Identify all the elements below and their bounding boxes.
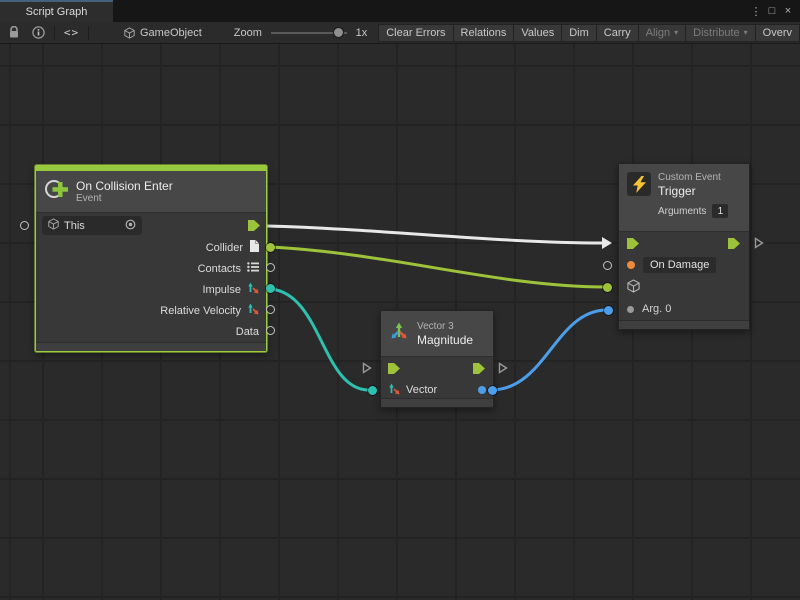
gameobject-label: GameObject: [140, 27, 202, 39]
target-picker-icon[interactable]: [125, 219, 136, 233]
port-row-impulse[interactable]: Impulse: [36, 279, 266, 300]
align-dropdown[interactable]: Align ▾: [638, 24, 686, 42]
window-controls: ⋮ □ ×: [748, 0, 800, 22]
info-icon[interactable]: [32, 26, 45, 39]
flow-hint-triangle: [362, 362, 372, 374]
target-object-field[interactable]: This: [42, 216, 142, 235]
flow-hint-triangle: [498, 362, 508, 374]
zoom-slider[interactable]: [271, 32, 347, 34]
node-title: On Collision Enter: [76, 179, 173, 193]
clear-errors-button[interactable]: Clear Errors: [378, 24, 453, 42]
chevron-down-icon: ▾: [674, 28, 678, 37]
window-menu-icon[interactable]: ⋮: [748, 2, 764, 20]
unity-script-graph-window: Script Graph ⋮ □ × <> GameObject Zoom 1x: [0, 0, 800, 600]
lightning-icon: [627, 172, 651, 196]
document-icon: [249, 240, 259, 255]
string-port[interactable]: [627, 261, 635, 269]
collision-target-input-port[interactable]: [20, 221, 29, 230]
node-trigger-custom-event[interactable]: Custom Event Trigger Arguments 1 On Dama…: [618, 163, 750, 330]
node-subtitle: Event: [76, 193, 173, 205]
event-target-input-port[interactable]: [603, 283, 612, 292]
contacts-output-port[interactable]: [266, 263, 275, 272]
relations-button[interactable]: Relations: [453, 24, 515, 42]
cube-icon: [124, 27, 135, 39]
close-icon[interactable]: ×: [780, 2, 796, 20]
node-header[interactable]: Custom Event Trigger Arguments 1: [619, 164, 749, 232]
node-type-label: Custom Event: [658, 172, 721, 184]
magnitude-output-port[interactable]: [488, 386, 497, 395]
dim-button[interactable]: Dim: [561, 24, 597, 42]
node-footer: [36, 342, 266, 351]
vector3-icon: [388, 383, 400, 398]
flow-hint-triangle: [754, 237, 764, 249]
zoom-value: 1x: [356, 27, 368, 39]
tab-bar: Script Graph ⋮ □ ×: [0, 0, 800, 22]
overview-button[interactable]: Overv: [755, 24, 800, 42]
graph-toolbar: <> GameObject Zoom 1x Clear Errors Relat…: [0, 22, 800, 44]
zoom-label: Zoom: [234, 27, 262, 39]
list-icon: [247, 262, 259, 275]
node-footer: [381, 398, 493, 407]
chevron-down-icon: ▾: [744, 28, 748, 37]
collider-output-port[interactable]: [266, 243, 275, 252]
target-row: This: [36, 213, 266, 237]
lock-icon[interactable]: [8, 26, 20, 39]
arg0-input-port[interactable]: [604, 306, 613, 315]
node-vector3-magnitude[interactable]: Vector 3 Magnitude Vector: [380, 310, 494, 408]
flow-input-arrow-icon[interactable]: [388, 363, 401, 374]
port-row-target[interactable]: [619, 276, 749, 298]
float-output-port[interactable]: [478, 386, 486, 394]
flow-output-arrow-icon[interactable]: [248, 220, 261, 231]
impulse-output-port[interactable]: [266, 284, 275, 293]
values-button[interactable]: Values: [513, 24, 562, 42]
arguments-label: Arguments: [658, 206, 706, 217]
code-view-icon[interactable]: <>: [64, 26, 79, 39]
maximize-icon[interactable]: □: [764, 2, 780, 20]
event-name-field[interactable]: On Damage: [643, 257, 716, 273]
tab-script-graph[interactable]: Script Graph: [0, 0, 113, 22]
arguments-count-field[interactable]: 1: [712, 204, 728, 218]
node-title: Trigger: [658, 184, 721, 198]
node-header[interactable]: On Collision Enter Event: [36, 171, 266, 213]
port-label: Vector: [406, 384, 437, 396]
port-row-event-name[interactable]: On Damage: [619, 254, 749, 276]
relative-velocity-output-port[interactable]: [266, 305, 275, 314]
toolbar-buttons: Clear Errors Relations Values Dim Carry …: [379, 24, 800, 42]
flow-input-arrow-icon[interactable]: [627, 238, 640, 249]
node-title: Magnitude: [417, 333, 473, 347]
event-name-input-port[interactable]: [603, 261, 612, 270]
target-value: This: [64, 220, 85, 232]
tab-title: Script Graph: [26, 6, 88, 18]
port-row-data[interactable]: Data: [36, 321, 266, 342]
flow-row: [619, 232, 749, 254]
carry-button[interactable]: Carry: [596, 24, 639, 42]
port-row-contacts[interactable]: Contacts: [36, 258, 266, 279]
port-row-relative-velocity[interactable]: Relative Velocity: [36, 300, 266, 321]
node-header[interactable]: Vector 3 Magnitude: [381, 311, 493, 357]
toolbar-separator: [88, 26, 89, 40]
port-row-collider[interactable]: Collider: [36, 237, 266, 258]
port-label: Arg. 0: [642, 303, 671, 315]
vector3-icon: [247, 303, 259, 318]
zoom-slider-handle[interactable]: [333, 27, 344, 38]
distribute-dropdown[interactable]: Distribute ▾: [685, 24, 755, 42]
cube-icon: [48, 218, 59, 233]
value-port[interactable]: [627, 306, 634, 313]
node-on-collision-enter[interactable]: On Collision Enter Event This Collider: [35, 165, 267, 352]
flow-row: [381, 357, 493, 379]
gameobject-selector[interactable]: GameObject: [124, 27, 202, 39]
port-row-arg0[interactable]: Arg. 0: [619, 298, 749, 320]
node-type-label: Vector 3: [417, 321, 473, 333]
toolbar-separator: [54, 26, 55, 40]
cube-icon: [627, 279, 640, 296]
collision-event-icon: [44, 177, 68, 206]
vector3-icon: [247, 282, 259, 297]
data-output-port[interactable]: [266, 326, 275, 335]
node-footer: [619, 320, 749, 329]
flow-output-arrow-icon[interactable]: [473, 363, 486, 374]
arguments-row: Arguments 1: [658, 204, 741, 218]
vector-input-port[interactable]: [368, 386, 377, 395]
vector3-icon: [389, 321, 409, 346]
flow-output-arrow-icon[interactable]: [728, 238, 741, 249]
